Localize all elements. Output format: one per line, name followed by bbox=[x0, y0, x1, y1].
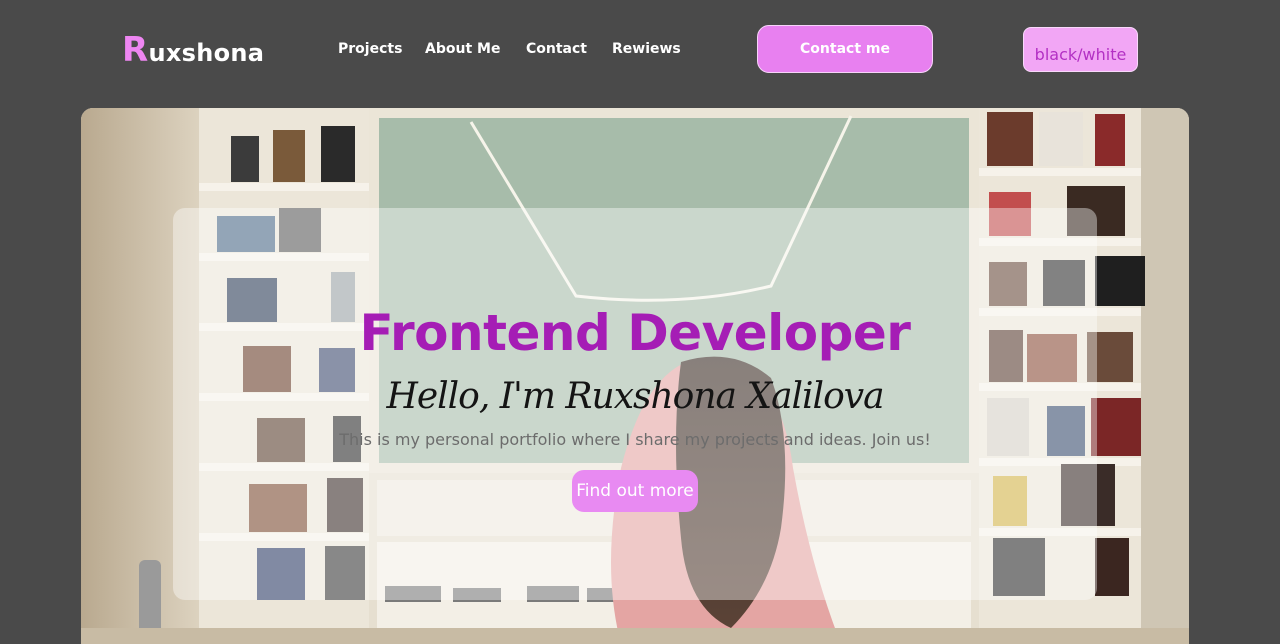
hero-title: Frontend Developer bbox=[359, 304, 911, 362]
nav-about-me[interactable]: About Me bbox=[425, 41, 500, 57]
logo-text: uxshona bbox=[148, 39, 265, 67]
hero-description: This is my personal portfolio where I sh… bbox=[339, 430, 931, 449]
nav-reviews[interactable]: Rewiews bbox=[612, 41, 681, 57]
nav-projects[interactable]: Projects bbox=[338, 41, 402, 57]
nav-contact[interactable]: Contact bbox=[526, 41, 587, 57]
logo-initial: R bbox=[122, 30, 149, 70]
hero-section: Frontend Developer Hello, I'm Ruxshona X… bbox=[81, 108, 1189, 644]
contact-me-button[interactable]: Contact me bbox=[757, 25, 933, 73]
top-bar: Ruxshona Projects About Me Contact Rewie… bbox=[0, 0, 1280, 100]
theme-toggle-button[interactable]: black/white bbox=[1023, 27, 1138, 72]
find-out-more-button[interactable]: Find out more bbox=[572, 470, 698, 512]
hero-greeting: Hello, I'm Ruxshona Xalilova bbox=[386, 376, 884, 417]
logo[interactable]: Ruxshona bbox=[122, 30, 264, 70]
